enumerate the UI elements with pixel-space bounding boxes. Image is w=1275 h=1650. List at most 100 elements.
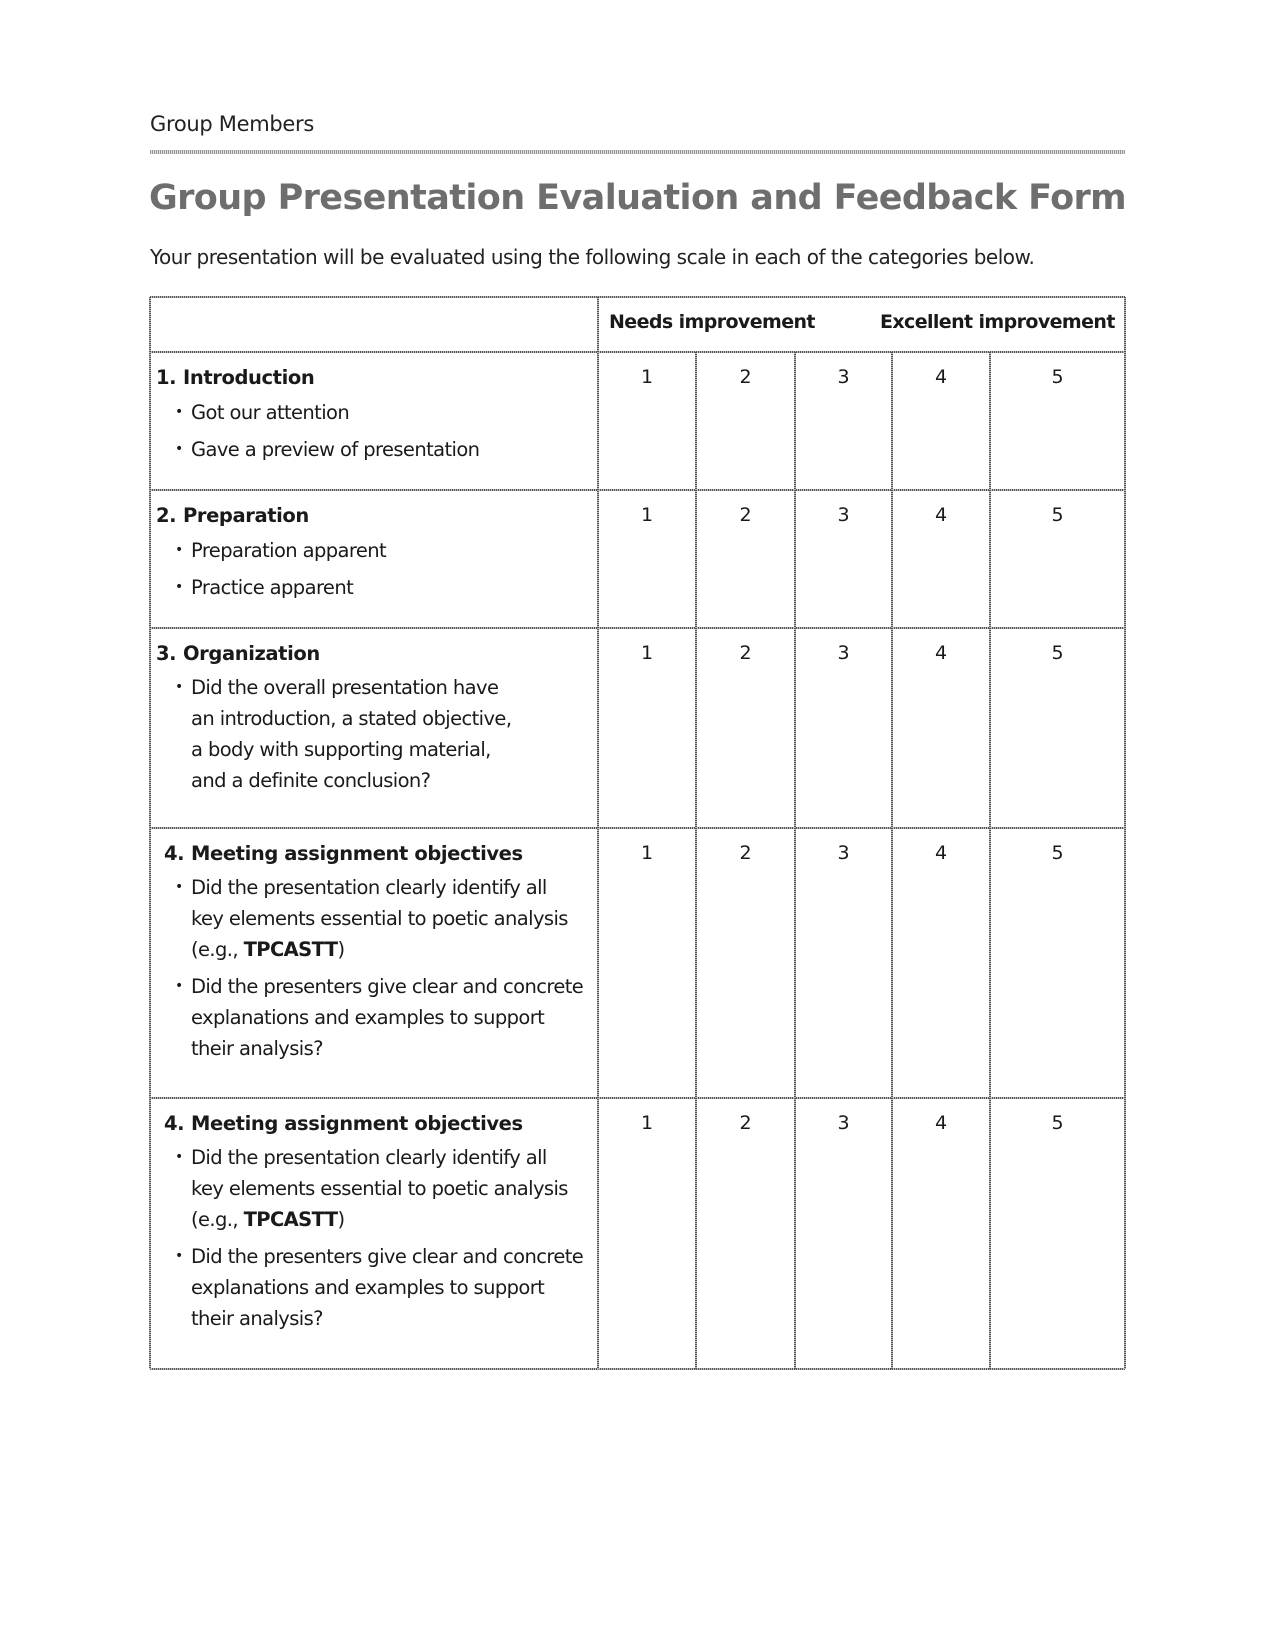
- score-option-5[interactable]: 5: [990, 642, 1125, 664]
- row-divider: [150, 1097, 1125, 1099]
- table-bottom-border: [150, 1368, 1125, 1370]
- bullet-icon: •: [175, 879, 183, 895]
- category-number: 3.: [156, 642, 177, 665]
- column-divider: [149, 297, 151, 1369]
- score-option-5[interactable]: 5: [990, 1112, 1125, 1134]
- category-label: Meeting assignment objectives: [191, 842, 523, 865]
- criteria-list: • Did the presentation clearly identify a…: [154, 872, 584, 1070]
- criteria-text: Practice apparent: [191, 576, 354, 599]
- criteria-text: Got our attention: [191, 401, 350, 424]
- score-option-5[interactable]: 5: [990, 842, 1125, 864]
- score-option-3[interactable]: 3: [795, 1112, 892, 1134]
- category-number: 2.: [156, 504, 177, 527]
- score-option-5[interactable]: 5: [990, 366, 1125, 388]
- row-divider: [150, 627, 1125, 629]
- bullet-icon: •: [175, 1248, 183, 1264]
- bullet-icon: •: [175, 579, 183, 595]
- criteria-text: explanations and examples to support: [191, 1006, 545, 1029]
- criteria-text: Did the presenters give clear and concre…: [191, 975, 584, 998]
- criteria-item: • Did the presenters give clear and concr…: [154, 971, 584, 1064]
- scale-high-label: Excellent improvement: [880, 311, 1115, 333]
- category-title: 4. Meeting assignment objectives: [164, 1112, 523, 1135]
- criteria-text: Gave a preview of presentation: [191, 438, 480, 461]
- row-divider: [150, 827, 1125, 829]
- category-title: 4. Meeting assignment objectives: [164, 842, 523, 865]
- bullet-icon: •: [175, 404, 183, 420]
- score-option-2[interactable]: 2: [696, 366, 795, 388]
- category-title: 3. Organization: [156, 642, 320, 665]
- criteria-text: Did the presentation clearly identify al…: [191, 876, 547, 899]
- column-divider: [1124, 297, 1126, 1369]
- bullet-icon: •: [175, 978, 183, 994]
- group-members-label: Group Members: [150, 112, 315, 136]
- bullet-icon: •: [175, 542, 183, 558]
- category-number: 1.: [156, 366, 177, 389]
- criteria-list: • Preparation apparent • Practice apparent: [154, 534, 387, 608]
- criteria-text: an introduction, a stated objective,: [191, 707, 512, 730]
- group-members-entry-line[interactable]: [150, 150, 1125, 154]
- criteria-text: key elements essential to poetic analysi…: [191, 907, 568, 930]
- category-label: Organization: [183, 642, 320, 665]
- criteria-item: • Preparation apparent: [154, 534, 387, 567]
- score-option-4[interactable]: 4: [892, 366, 990, 388]
- criteria-text: and a definite conclusion?: [191, 769, 431, 792]
- criteria-text: Did the presenters give clear and concre…: [191, 1245, 584, 1268]
- table-top-border: [150, 296, 1125, 298]
- score-option-2[interactable]: 2: [696, 642, 795, 664]
- score-option-1[interactable]: 1: [598, 366, 696, 388]
- category-label: Preparation: [183, 504, 309, 527]
- score-option-3[interactable]: 3: [795, 366, 892, 388]
- criteria-item: • Did the overall presentation have an int…: [154, 672, 512, 796]
- evaluation-table: Needs improvement Excellent improvement …: [149, 296, 1126, 1370]
- criteria-item: • Did the presentation clearly identify a…: [154, 1142, 583, 1235]
- acronym-emphasis: TPCASTT: [243, 1208, 338, 1231]
- scale-low-label: Needs improvement: [609, 311, 816, 333]
- score-option-1[interactable]: 1: [598, 504, 696, 526]
- score-option-4[interactable]: 4: [892, 842, 990, 864]
- criteria-list: • Got our attention • Gave a preview of pre…: [154, 396, 480, 470]
- category-label: Meeting assignment objectives: [191, 1112, 523, 1135]
- category-label: Introduction: [183, 366, 315, 389]
- page-title: Group Presentation Evaluation and Feedba…: [149, 178, 1127, 218]
- criteria-item: • Practice apparent: [154, 571, 386, 604]
- score-option-5[interactable]: 5: [990, 504, 1125, 526]
- criteria-text: key elements essential to poetic analysi…: [191, 1177, 568, 1200]
- row-divider: [150, 351, 1125, 353]
- criteria-text: (e.g., TPCASTT): [191, 938, 345, 961]
- score-option-1[interactable]: 1: [598, 642, 696, 664]
- score-option-2[interactable]: 2: [696, 504, 795, 526]
- score-option-2[interactable]: 2: [696, 842, 795, 864]
- criteria-list: • Did the presentation clearly identify a…: [154, 1142, 584, 1340]
- criteria-text: Did the presentation clearly identify al…: [191, 1146, 547, 1169]
- row-divider: [150, 489, 1125, 491]
- instructions-text: Your presentation will be evaluated usin…: [150, 245, 1035, 269]
- criteria-item: • Did the presenters give clear and concr…: [154, 1241, 584, 1334]
- score-option-4[interactable]: 4: [892, 1112, 990, 1134]
- category-title: 1. Introduction: [156, 366, 315, 389]
- category-number: 4.: [164, 1112, 185, 1135]
- criteria-text: a body with supporting material,: [191, 738, 491, 761]
- category-number: 4.: [164, 842, 185, 865]
- criteria-text: explanations and examples to support: [191, 1276, 545, 1299]
- score-option-4[interactable]: 4: [892, 504, 990, 526]
- criteria-item: • Did the presentation clearly identify a…: [154, 872, 583, 965]
- score-option-1[interactable]: 1: [598, 842, 696, 864]
- bullet-icon: •: [175, 1149, 183, 1165]
- score-option-3[interactable]: 3: [795, 504, 892, 526]
- bullet-icon: •: [175, 679, 183, 695]
- criteria-item: • Got our attention: [154, 396, 479, 429]
- criteria-text: Did the overall presentation have: [191, 676, 499, 699]
- criteria-text: (e.g., TPCASTT): [191, 1208, 345, 1231]
- score-option-2[interactable]: 2: [696, 1112, 795, 1134]
- category-title: 2. Preparation: [156, 504, 309, 527]
- score-option-3[interactable]: 3: [795, 642, 892, 664]
- criteria-item: • Gave a preview of presentation: [154, 433, 480, 466]
- criteria-text: their analysis?: [191, 1037, 324, 1060]
- criteria-text: their analysis?: [191, 1307, 324, 1330]
- column-divider: [597, 297, 599, 1369]
- score-option-1[interactable]: 1: [598, 1112, 696, 1134]
- score-option-3[interactable]: 3: [795, 842, 892, 864]
- criteria-text: Preparation apparent: [191, 539, 387, 562]
- score-option-4[interactable]: 4: [892, 642, 990, 664]
- bullet-icon: •: [175, 441, 183, 457]
